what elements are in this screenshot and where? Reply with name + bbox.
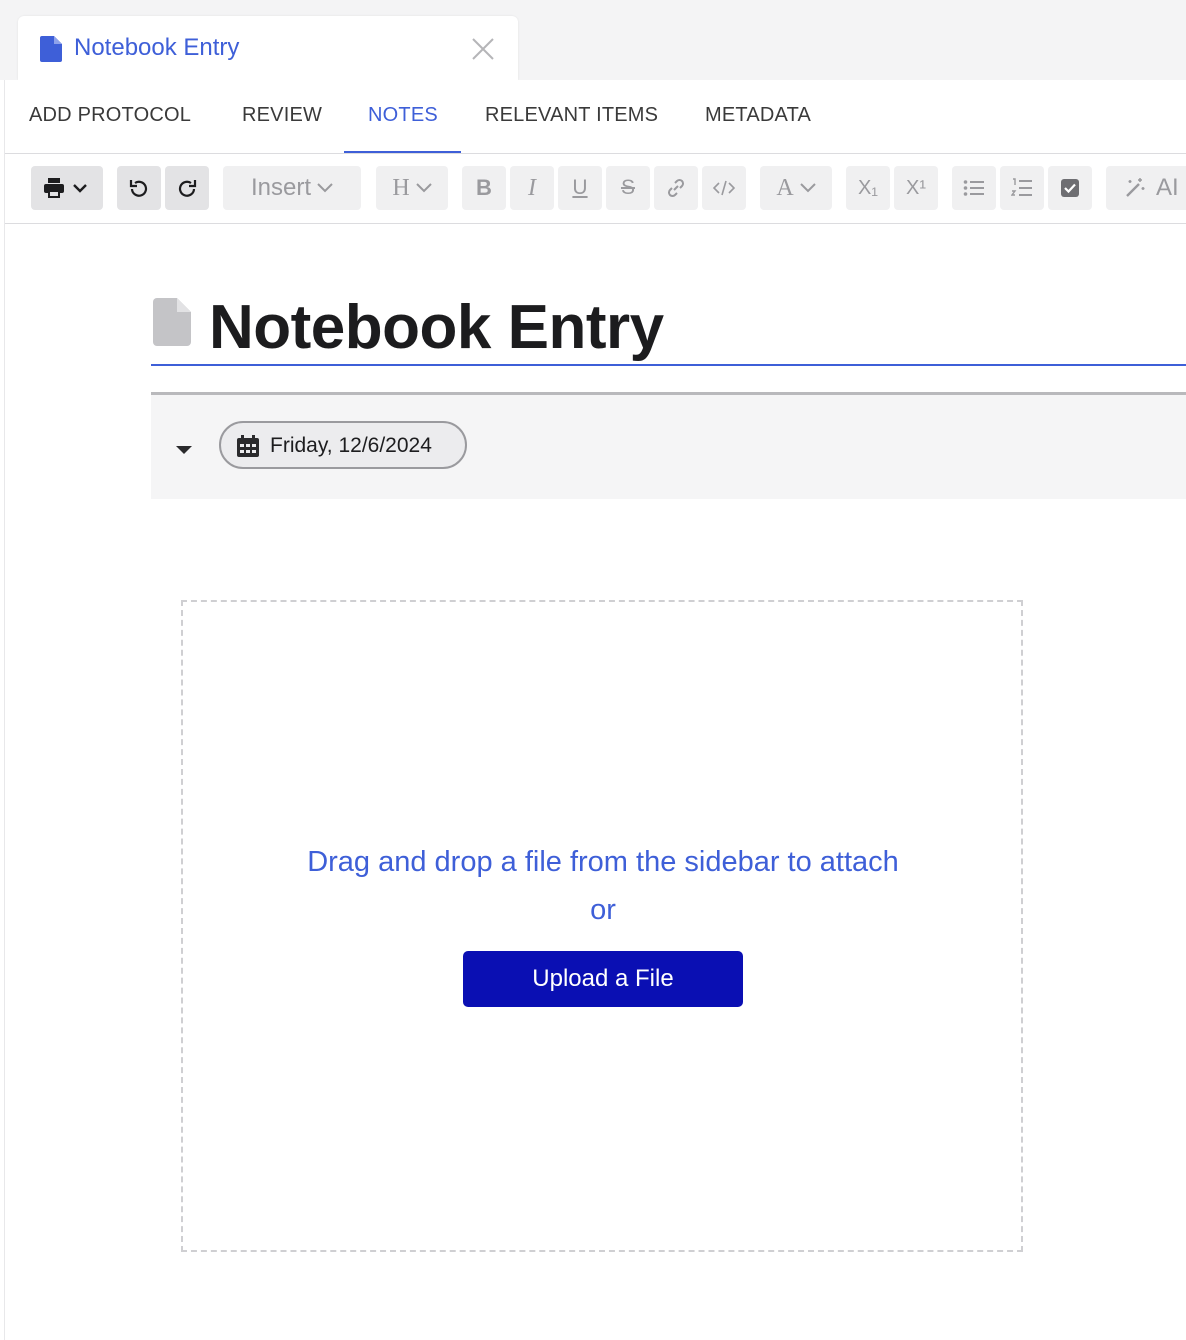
editor-pane: ADD PROTOCOL REVIEW NOTES RELEVANT ITEMS… — [4, 80, 1186, 1340]
editor-toolbar: Insert H B I U S A X₁ X¹ AI — [5, 154, 1186, 224]
ai-button[interactable]: AI — [1106, 166, 1186, 210]
link-icon — [666, 178, 686, 198]
code-icon — [713, 180, 735, 196]
tab-bar: Notebook Entry — [0, 0, 1186, 80]
strikethrough-button[interactable]: S — [606, 166, 650, 210]
date-badge[interactable]: Friday, 12/6/2024 — [219, 421, 467, 469]
chevron-down-icon — [415, 183, 432, 193]
bullet-list-icon — [963, 179, 985, 197]
redo-button[interactable] — [165, 166, 209, 210]
bullet-list-button[interactable] — [952, 166, 996, 210]
tab-review[interactable]: REVIEW — [242, 104, 322, 127]
ai-label: AI — [1156, 174, 1179, 201]
active-tab-indicator — [344, 151, 461, 153]
entry-header: Friday, 12/6/2024 — [151, 392, 1186, 499]
magic-wand-icon — [1124, 177, 1146, 199]
file-icon — [153, 298, 191, 351]
italic-button[interactable]: I — [510, 166, 554, 210]
subscript-button[interactable]: X₁ — [846, 166, 890, 210]
italic-label: I — [528, 174, 536, 201]
close-icon[interactable] — [472, 38, 494, 65]
subscript-label: X₁ — [857, 176, 879, 199]
tab-notebook-entry[interactable]: Notebook Entry — [18, 16, 518, 80]
checkbox-icon — [1061, 179, 1079, 197]
upload-file-button[interactable]: Upload a File — [463, 951, 743, 1007]
entry-title-field[interactable]: Notebook Entry — [151, 288, 1186, 366]
bold-label: B — [476, 175, 492, 200]
section-nav: ADD PROTOCOL REVIEW NOTES RELEVANT ITEMS… — [5, 80, 1186, 154]
dropzone-instructions: Drag and drop a file from the sidebar to… — [307, 846, 899, 926]
superscript-button[interactable]: X¹ — [894, 166, 938, 210]
tab-relevant-items[interactable]: RELEVANT ITEMS — [485, 104, 658, 127]
entry-date: Friday, 12/6/2024 — [270, 434, 432, 457]
font-color-dropdown[interactable]: A — [760, 166, 832, 210]
tab-metadata[interactable]: METADATA — [705, 104, 811, 127]
page-title: Notebook Entry — [209, 293, 664, 362]
strikethrough-label: S — [620, 176, 635, 199]
chevron-down-icon — [799, 183, 816, 193]
font-color-label: A — [776, 174, 794, 201]
file-dropzone[interactable]: Drag and drop a file from the sidebar to… — [181, 600, 1023, 1252]
tab-add-protocol[interactable]: ADD PROTOCOL — [29, 104, 191, 127]
underline-button[interactable]: U — [558, 166, 602, 210]
code-button[interactable] — [702, 166, 746, 210]
numbered-list-icon — [1011, 178, 1033, 198]
print-button[interactable] — [31, 166, 103, 210]
tab-title: Notebook Entry — [74, 34, 240, 61]
insert-dropdown[interactable]: Insert — [223, 166, 361, 210]
underline-label: U — [572, 176, 588, 199]
chevron-down-icon — [317, 183, 333, 193]
caret-down-icon[interactable] — [175, 442, 193, 460]
redo-icon — [177, 178, 197, 198]
numbered-list-button[interactable] — [1000, 166, 1044, 210]
tab-notes[interactable]: NOTES — [368, 104, 438, 127]
print-icon — [44, 177, 90, 199]
document-icon — [40, 36, 62, 67]
bold-button[interactable]: B — [462, 166, 506, 210]
calendar-icon — [237, 435, 259, 462]
heading-label: H — [392, 174, 410, 201]
heading-dropdown[interactable]: H — [376, 166, 448, 210]
insert-label: Insert — [250, 174, 312, 201]
undo-button[interactable] — [117, 166, 161, 210]
superscript-label: X¹ — [906, 176, 926, 199]
undo-icon — [129, 178, 149, 198]
checklist-button[interactable] — [1048, 166, 1092, 210]
link-button[interactable] — [654, 166, 698, 210]
